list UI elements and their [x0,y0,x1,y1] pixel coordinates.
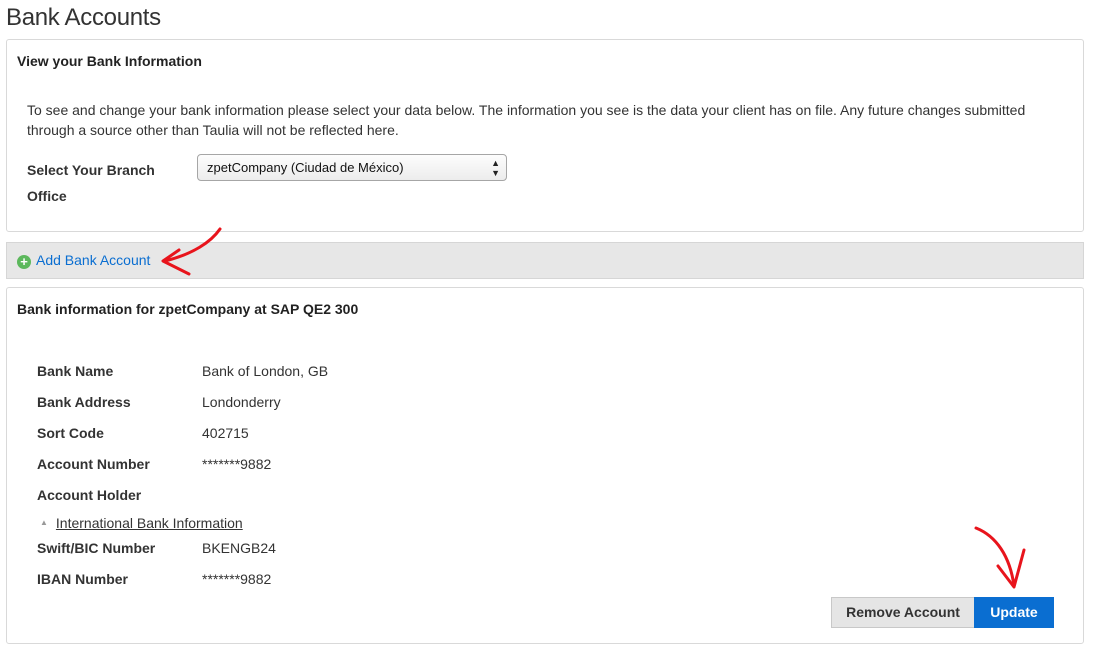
field-label: Swift/BIC Number [37,540,156,556]
field-value: *******9882 [202,571,272,587]
branch-office-selected-value: zpetCompany (Ciudad de México) [207,160,404,175]
plus-circle-icon: + [17,255,31,269]
branch-office-label: Select Your Branch Office [27,162,155,204]
add-bank-account-bar: + Add Bank Account [6,242,1084,279]
select-updown-icon: ▲ ▼ [491,158,500,178]
field-value: Bank of London, GB [202,363,329,379]
field-value: *******9882 [202,456,272,472]
field-label: Bank Name [37,363,114,379]
international-bank-info-toggle[interactable]: ▲ International Bank Information [40,515,243,531]
page-title: Bank Accounts [6,4,161,31]
field-label: Sort Code [37,425,104,441]
add-bank-account-label: Add Bank Account [36,252,151,268]
intro-text: To see and change your bank information … [27,102,1026,138]
caret-up-icon: ▲ [40,518,48,527]
field-value: BKENGB24 [202,540,276,556]
branch-office-select[interactable]: zpetCompany (Ciudad de México) ▲ ▼ [197,154,507,181]
field-label: IBAN Number [37,571,129,587]
international-bank-info-link[interactable]: International Bank Information [56,515,243,531]
add-bank-account-link[interactable]: + Add Bank Account [17,252,150,269]
remove-account-button[interactable]: Remove Account [831,597,975,628]
field-label: Account Holder [37,487,142,503]
field-value: Londonderry [202,394,281,410]
field-label: Bank Address [37,394,131,410]
bank-info-panel: Bank information for zpetCompany at SAP … [6,287,1084,644]
view-bank-info-panel: View your Bank Information To see and ch… [6,39,1084,232]
field-value: 402715 [202,425,249,441]
update-button[interactable]: Update [974,597,1054,628]
bank-info-heading: Bank information for zpetCompany at SAP … [17,301,359,317]
view-panel-heading: View your Bank Information [17,53,202,69]
field-label: Account Number [37,456,150,472]
